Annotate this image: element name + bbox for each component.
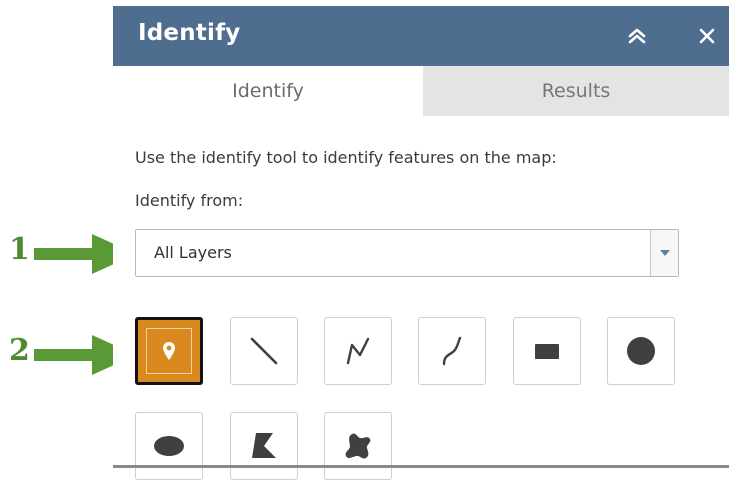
circle-icon xyxy=(627,337,655,365)
line-icon xyxy=(250,337,278,365)
panel-title: Identify xyxy=(138,20,241,46)
polyline-tool-button[interactable] xyxy=(324,317,392,385)
close-icon xyxy=(699,28,715,44)
tab-bar: Identify Results xyxy=(113,66,729,116)
rectangle-icon xyxy=(535,344,559,359)
layer-select[interactable]: All Layers xyxy=(135,229,679,277)
identify-from-label: Identify from: xyxy=(135,191,244,210)
line-tool-button[interactable] xyxy=(230,317,298,385)
freehand-polygon-tool-button[interactable] xyxy=(324,412,392,480)
extent-tool-button[interactable] xyxy=(513,317,581,385)
double-chevron-up-icon xyxy=(628,28,646,44)
identify-panel: Identify Identify Results Use the identi… xyxy=(113,6,729,480)
close-button[interactable] xyxy=(692,21,722,51)
tab-results-label: Results xyxy=(541,80,611,102)
circle-tool-button[interactable] xyxy=(607,317,675,385)
panel-title-bar: Identify xyxy=(113,6,729,66)
point-tool-button[interactable] xyxy=(135,317,203,385)
freehand-line-tool-button[interactable] xyxy=(418,317,486,385)
tab-identify[interactable]: Identify xyxy=(113,66,423,116)
instructions-text: Use the identify tool to identify featur… xyxy=(135,148,557,167)
panel-bottom-border xyxy=(113,465,729,468)
freehand-line-icon xyxy=(442,336,462,366)
polyline-icon xyxy=(346,337,370,365)
ellipse-icon xyxy=(154,436,184,456)
tab-results[interactable]: Results xyxy=(423,66,729,116)
map-pin-icon xyxy=(163,342,175,360)
dropdown-toggle[interactable] xyxy=(650,230,678,276)
layer-select-value: All Layers xyxy=(154,243,232,262)
polygon-icon xyxy=(252,433,276,458)
freehand-polygon-icon xyxy=(345,433,371,459)
point-tool-frame xyxy=(146,328,192,374)
ellipse-tool-button[interactable] xyxy=(135,412,203,480)
polygon-tool-button[interactable] xyxy=(230,412,298,480)
callout-number-1: 1 xyxy=(9,232,30,267)
chevron-down-icon xyxy=(659,250,670,256)
callout-number-2: 2 xyxy=(9,333,30,368)
tab-identify-label: Identify xyxy=(232,80,304,102)
collapse-button[interactable] xyxy=(622,21,652,51)
